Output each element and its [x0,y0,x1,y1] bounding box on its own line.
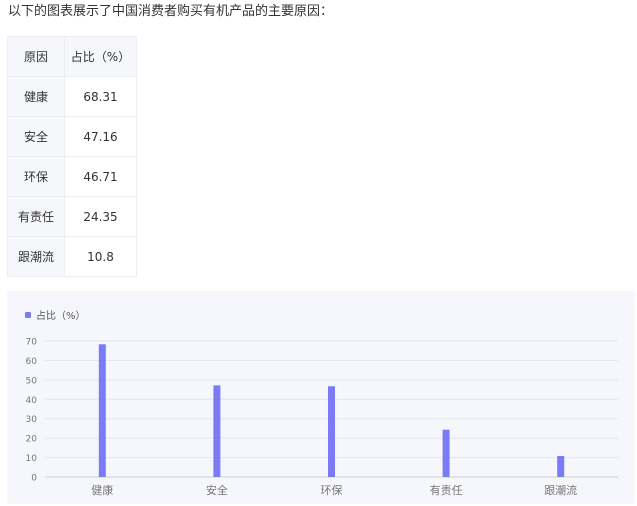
bar[interactable] [213,385,221,477]
x-tick-label: 健康 [91,483,113,497]
header-share: 占比（%） [64,36,137,77]
y-tick-label: 50 [26,376,38,386]
y-tick-label: 70 [26,338,38,348]
table-row: 健康 68.31 [7,76,137,117]
table-row: 有责任 24.35 [7,196,137,237]
y-tick-label: 30 [26,415,38,425]
row-value: 10.8 [64,236,137,277]
header-reason: 原因 [7,36,65,77]
row-value: 46.71 [64,156,137,197]
bar[interactable] [328,386,335,477]
bar[interactable] [557,456,565,477]
row-label: 健康 [7,76,65,117]
table-row: 环保 46.71 [7,156,137,197]
row-label: 环保 [7,156,65,197]
x-tick-label: 有责任 [430,483,463,497]
x-tick-label: 安全 [206,483,228,497]
row-label: 跟潮流 [7,236,65,277]
y-tick-label: 60 [26,357,38,367]
row-value: 47.16 [64,116,137,157]
y-tick-label: 0 [31,474,37,484]
x-tick-label: 跟潮流 [544,483,577,497]
bar-chart: 0 10 20 30 40 50 60 70 健康 安全 环保 有责任 跟潮流 [26,338,618,497]
table-row: 安全 47.16 [7,116,137,157]
table-row: 跟潮流 10.8 [7,236,137,277]
bar[interactable] [442,429,450,477]
y-tick-label: 40 [26,396,38,406]
intro-text: 以下的图表展示了中国消费者购买有机产品的主要原因： [8,4,334,19]
bar[interactable] [98,344,106,477]
row-label: 安全 [7,116,65,157]
y-tick-label: 20 [26,435,38,445]
x-tick-label: 环保 [321,483,343,497]
row-label: 有责任 [7,196,65,237]
y-tick-label: 10 [26,454,38,464]
table-header-row: 原因 占比（%） [7,36,137,77]
row-value: 68.31 [64,76,137,117]
row-value: 24.35 [64,196,137,237]
chart-panel: 占比（%） 0 10 20 30 40 50 60 70 健康 安全 环保 有责任 跟潮流 [7,291,635,504]
reasons-table: 原因 占比（%） 健康 68.31 安全 47.16 环保 46.71 有责任 … [7,36,137,277]
